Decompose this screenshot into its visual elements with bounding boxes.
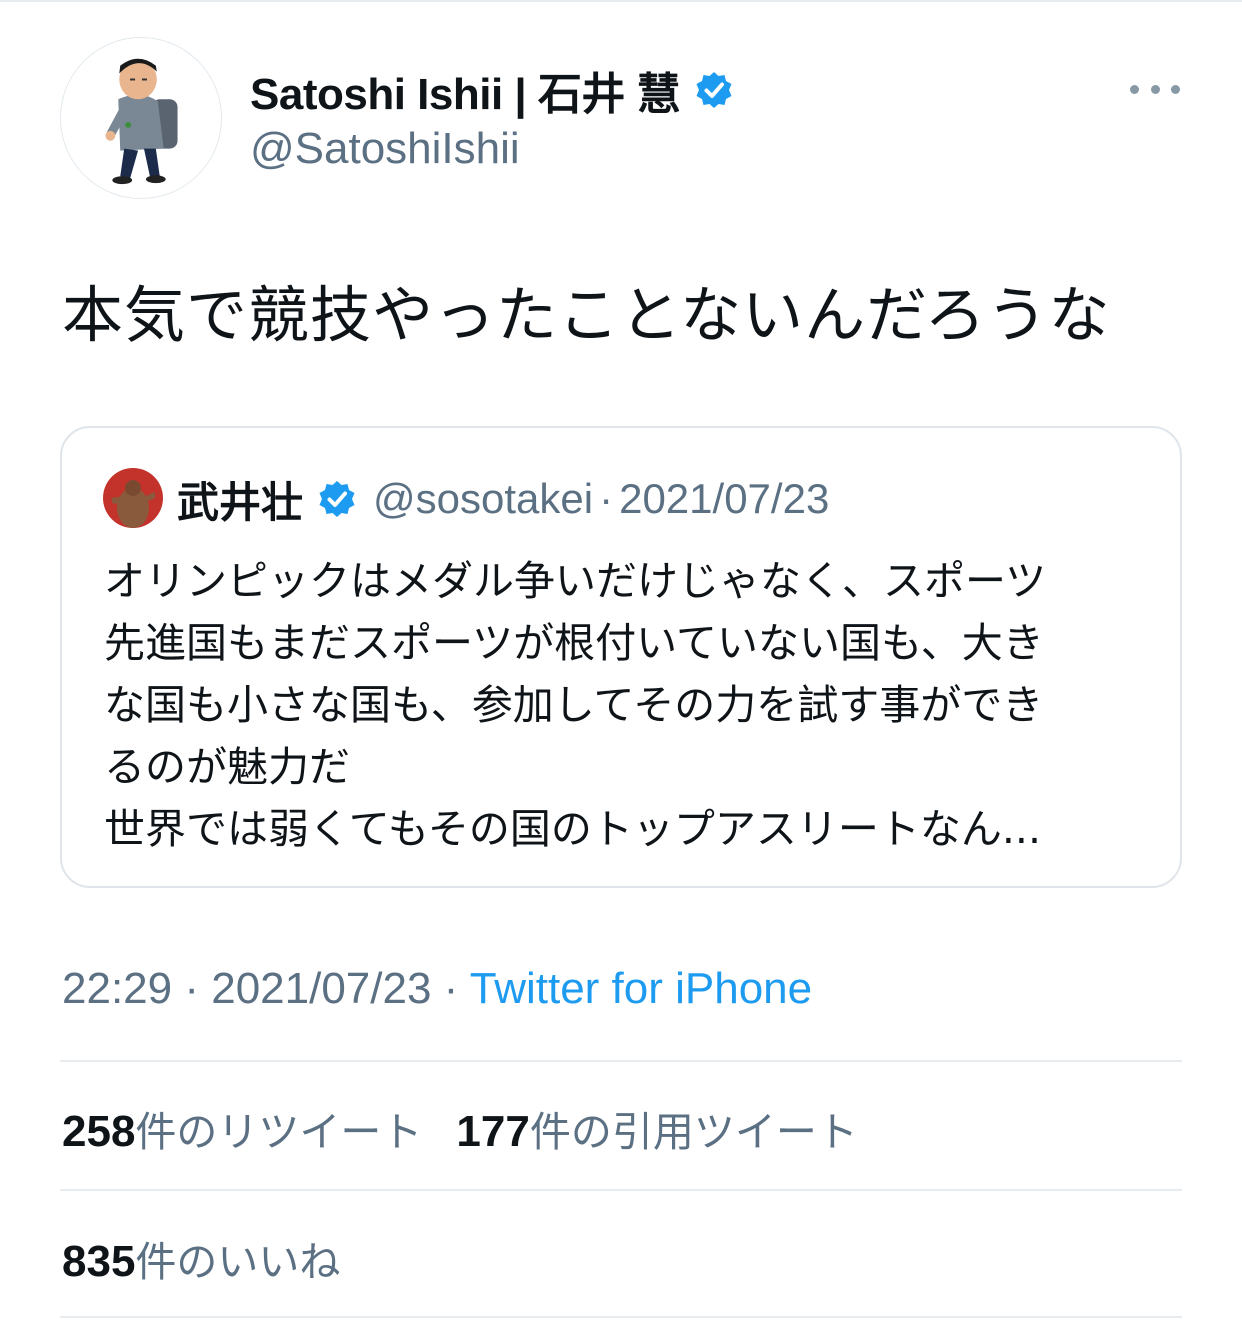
quoted-header: 武井壮 @sosotakei · 2021/07/23 [177,471,829,527]
divider [60,1189,1182,1191]
verified-badge-icon [696,72,732,108]
top-divider [0,0,1242,2]
likes-stats-row: 835 件のいいね [62,1228,374,1288]
more-dot [1130,84,1139,94]
quoted-tweet-text: オリンピックはメダル争いだけじゃなく、スポーツ 先進国もまだスポーツが根付いてい… [104,550,1164,860]
quoted-author-name: 武井壮 [177,477,304,527]
retweets-label: 件のリツイート [135,1108,423,1156]
more-dot [1171,84,1180,94]
retweets-stat[interactable]: 258 件のリツイート [62,1098,422,1158]
tweet-date[interactable]: 2021/07/23 [211,964,431,1013]
divider [60,1316,1182,1318]
likes-stat[interactable]: 835 件のいいね [62,1228,340,1288]
quoted-avatar-illustration [103,468,163,528]
quoted-text-line: な国も小さな国も、参加してその力を試す事ができ [104,681,1044,729]
likes-label: 件のいいね [135,1238,341,1286]
likes-count: 835 [62,1237,136,1286]
quoted-text-line: 先進国もまだスポーツが根付いていない国も、大き [104,619,1044,667]
quoted-text-line: 世界では弱くてもその国のトップアスリートなん... [104,805,1041,853]
verified-badge-icon [319,481,355,517]
author-handle[interactable]: @SatoshiIshii [250,124,520,174]
quoted-text-line: オリンピックはメダル争いだけじゃなく、スポーツ [104,557,1047,605]
quoted-author-avatar [103,468,163,528]
more-options-icon[interactable] [1130,74,1180,104]
author-name-row[interactable]: Satoshi Ishii | 石井 慧 [250,64,734,119]
quotes-stat[interactable]: 177 件の引用ツイート [456,1098,857,1158]
quotes-count: 177 [456,1107,530,1156]
meta-separator: · [172,964,212,1013]
retweets-count: 258 [62,1107,136,1156]
divider [60,1060,1182,1062]
quotes-label: 件の引用ツイート [529,1108,858,1156]
quoted-date: 2021/07/23 [619,475,830,522]
quoted-author-handle: @sosotakei [373,475,594,522]
engagement-stats-row: 258 件のリツイート 177 件の引用ツイート [62,1098,892,1158]
tweet-meta: 22:29 · 2021/07/23 · Twitter for iPhone [62,964,812,1014]
meta-separator: · [431,964,470,1013]
author-avatar-illustration [61,38,221,198]
quoted-separator: · [599,475,614,522]
tweet-source-link[interactable]: Twitter for iPhone [470,964,812,1013]
tweet-time[interactable]: 22:29 [62,964,172,1013]
author-display-name[interactable]: Satoshi Ishii | 石井 慧 [250,58,681,122]
tweet-text: 本気で競技やったことないんだろうな [62,280,1111,351]
more-dot [1150,84,1160,94]
author-avatar[interactable] [60,37,222,199]
quoted-text-line: るのが魅力だ [104,743,350,791]
quoted-tweet-card[interactable]: 武井壮 @sosotakei · 2021/07/23 オリンピックはメダル争い… [60,426,1182,888]
